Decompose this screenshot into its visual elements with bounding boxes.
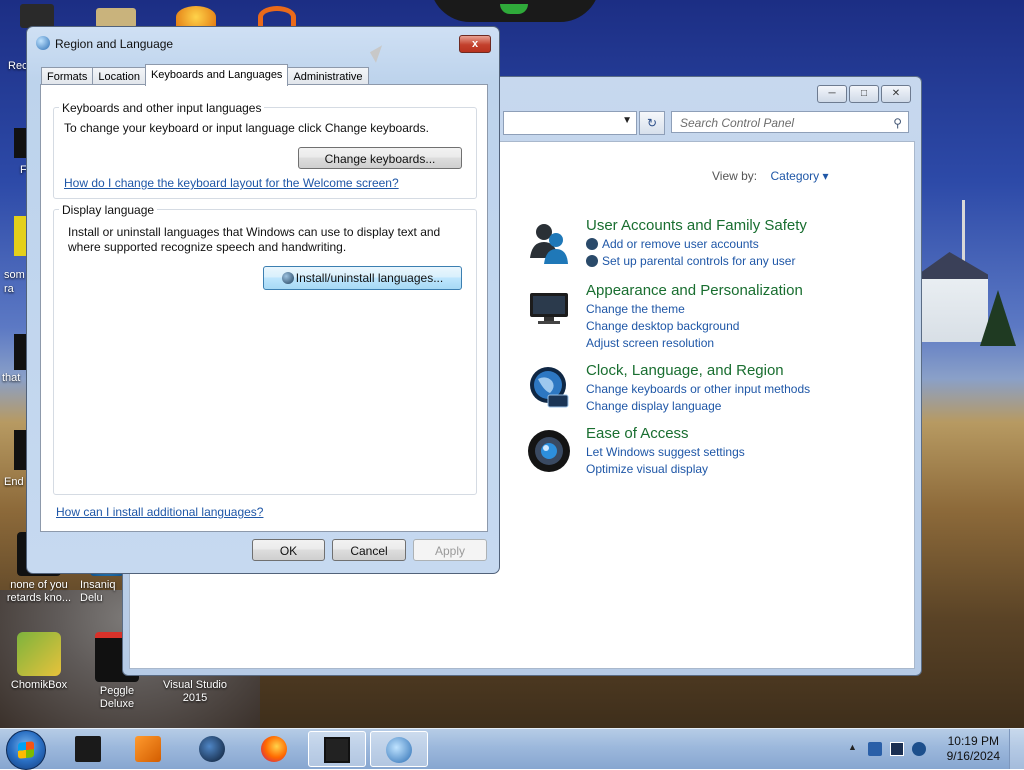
- dialog-close-button[interactable]: x: [459, 35, 491, 53]
- taskbar-item-region-language[interactable]: [370, 731, 428, 767]
- volume-icon[interactable]: [912, 742, 926, 756]
- windows-logo-icon: [18, 741, 34, 759]
- view-by-dropdown[interactable]: Category ▾: [770, 169, 828, 183]
- desktop-icon-top-2[interactable]: [96, 8, 136, 28]
- search-input[interactable]: Search Control Panel ⚲: [671, 111, 909, 133]
- category-title[interactable]: Appearance and Personalization: [586, 281, 886, 301]
- category-title[interactable]: Clock, Language, and Region: [586, 361, 886, 381]
- monitor-icon: [526, 285, 572, 331]
- category-title[interactable]: User Accounts and Family Safety: [586, 216, 886, 236]
- keyboards-description: To change your keyboard or input languag…: [64, 121, 429, 135]
- desktop-top-gadget: [430, 0, 600, 22]
- show-desktop-button[interactable]: [1009, 729, 1024, 769]
- category-link[interactable]: Change display language: [586, 398, 886, 415]
- view-by-label: View by:: [712, 169, 758, 183]
- search-icon[interactable]: ⚲: [893, 112, 902, 134]
- clock-date: 9/16/2024: [946, 749, 1000, 763]
- region-language-dialog: Region and Language x Formats Location K…: [26, 26, 500, 574]
- tab-panel: Keyboards and other input languages To c…: [40, 84, 488, 532]
- search-placeholder: Search Control Panel: [680, 116, 795, 130]
- globe-icon: [36, 36, 50, 50]
- view-by: View by: Category ▾: [712, 169, 829, 183]
- desktop-icon-chomikbox[interactable]: ChomikBox: [4, 632, 74, 692]
- desktop-label-som[interactable]: som ra: [4, 268, 26, 296]
- desktop-icon-left-2[interactable]: [14, 128, 26, 158]
- desktop-icon-left-5[interactable]: [14, 430, 26, 470]
- address-bar[interactable]: ▼: [503, 111, 637, 135]
- desktop-icon-label: Peggle Deluxe: [99, 685, 135, 710]
- change-keyboards-button[interactable]: Change keyboards...: [298, 147, 462, 169]
- desktop-icon-label: none of you retards kno...: [6, 579, 72, 604]
- display-language-description-1: Install or uninstall languages that Wind…: [68, 225, 441, 239]
- tab-keyboards-and-languages[interactable]: Keyboards and Languages: [144, 64, 289, 86]
- category-link[interactable]: Add or remove user accounts: [586, 236, 886, 253]
- wallpaper-house: [918, 252, 988, 342]
- cancel-button[interactable]: Cancel: [332, 539, 406, 561]
- desktop-icon-left-4[interactable]: [14, 334, 26, 370]
- desktop-label-end[interactable]: End: [4, 476, 24, 488]
- window-caption-buttons: ─ □ ✕: [817, 85, 911, 103]
- install-additional-languages-link[interactable]: How can I install additional languages?: [56, 505, 263, 519]
- desktop-icon-left-3[interactable]: [14, 216, 26, 256]
- taskbar-item-globe-app[interactable]: [184, 731, 242, 767]
- desktop-icon-top-1[interactable]: [20, 4, 54, 28]
- install-uninstall-languages-button[interactable]: Install/uninstall languages...: [263, 266, 462, 290]
- category-link[interactable]: Set up parental controls for any user: [586, 253, 886, 270]
- desktop-label-that[interactable]: that: [2, 372, 20, 384]
- monitor-icon: [324, 737, 350, 763]
- desktop-icon-label: ChomikBox: [10, 679, 68, 691]
- welcome-screen-keyboard-help-link[interactable]: How do I change the keyboard layout for …: [64, 176, 399, 190]
- system-tray: ▲ 10:19 PM 9/16/2024: [834, 729, 1024, 769]
- desktop-icon-label: Insaniq Delu: [80, 579, 116, 604]
- dialog-title: Region and Language: [55, 37, 174, 51]
- display-language-group-label: Display language: [59, 203, 158, 217]
- apply-button[interactable]: Apply: [413, 539, 487, 561]
- desktop-icon-top-4[interactable]: [258, 6, 296, 28]
- clock[interactable]: 10:19 PM 9/16/2024: [947, 734, 1000, 764]
- desktop-label-rec[interactable]: Rec: [8, 60, 28, 72]
- taskbar-item-1[interactable]: [60, 731, 118, 767]
- shield-icon: [586, 238, 598, 250]
- hamster-icon: [17, 632, 61, 676]
- show-hidden-icons-icon[interactable]: ▲: [848, 742, 862, 756]
- minimize-button[interactable]: ─: [817, 85, 847, 103]
- dark-globe-icon: [199, 736, 225, 762]
- maximize-button[interactable]: □: [849, 85, 879, 103]
- category-link[interactable]: Change keyboards or other input methods: [586, 381, 886, 398]
- taskbar-item-firefox[interactable]: [246, 731, 304, 767]
- refresh-button[interactable]: ↻: [639, 111, 665, 135]
- display-language-description-2: where supported recognize speech and han…: [68, 240, 347, 254]
- close-button[interactable]: ✕: [881, 85, 911, 103]
- black-box-app-icon: [75, 736, 101, 762]
- taskbar: ▲ 10:19 PM 9/16/2024: [0, 728, 1024, 770]
- clock-time: 10:19 PM: [947, 734, 999, 748]
- media-player-icon: [135, 736, 161, 762]
- keyboards-group-label: Keyboards and other input languages: [59, 101, 265, 115]
- category-link[interactable]: Change desktop background: [586, 318, 886, 335]
- firefox-icon: [261, 736, 287, 762]
- user-accounts-icon: [526, 220, 572, 266]
- desktop-icon-label: Visual Studio 2015: [162, 679, 227, 704]
- taskbar-item-control-panel[interactable]: [308, 731, 366, 767]
- category-link[interactable]: Adjust screen resolution: [586, 335, 886, 352]
- clock-globe-icon: [526, 365, 572, 411]
- desktop-icon-top-3[interactable]: [176, 6, 216, 28]
- ok-button[interactable]: OK: [252, 539, 325, 561]
- category-title[interactable]: Ease of Access: [586, 424, 886, 444]
- start-button[interactable]: [6, 730, 46, 770]
- ease-of-access-icon: [526, 428, 572, 474]
- globe-icon: [281, 272, 294, 284]
- taskbar-item-media-player[interactable]: [120, 731, 178, 767]
- network-icon[interactable]: [890, 742, 904, 756]
- shield-icon: [586, 255, 598, 267]
- globe-clock-icon: [386, 737, 412, 763]
- category-link[interactable]: Let Windows suggest settings: [586, 444, 886, 461]
- address-dropdown-icon[interactable]: ▼: [622, 115, 632, 126]
- category-link[interactable]: Change the theme: [586, 301, 886, 318]
- category-link[interactable]: Optimize visual display: [586, 461, 886, 478]
- action-center-flag-icon[interactable]: [868, 742, 882, 756]
- dialog-tabs: Formats Location Keyboards and Languages…: [41, 64, 369, 86]
